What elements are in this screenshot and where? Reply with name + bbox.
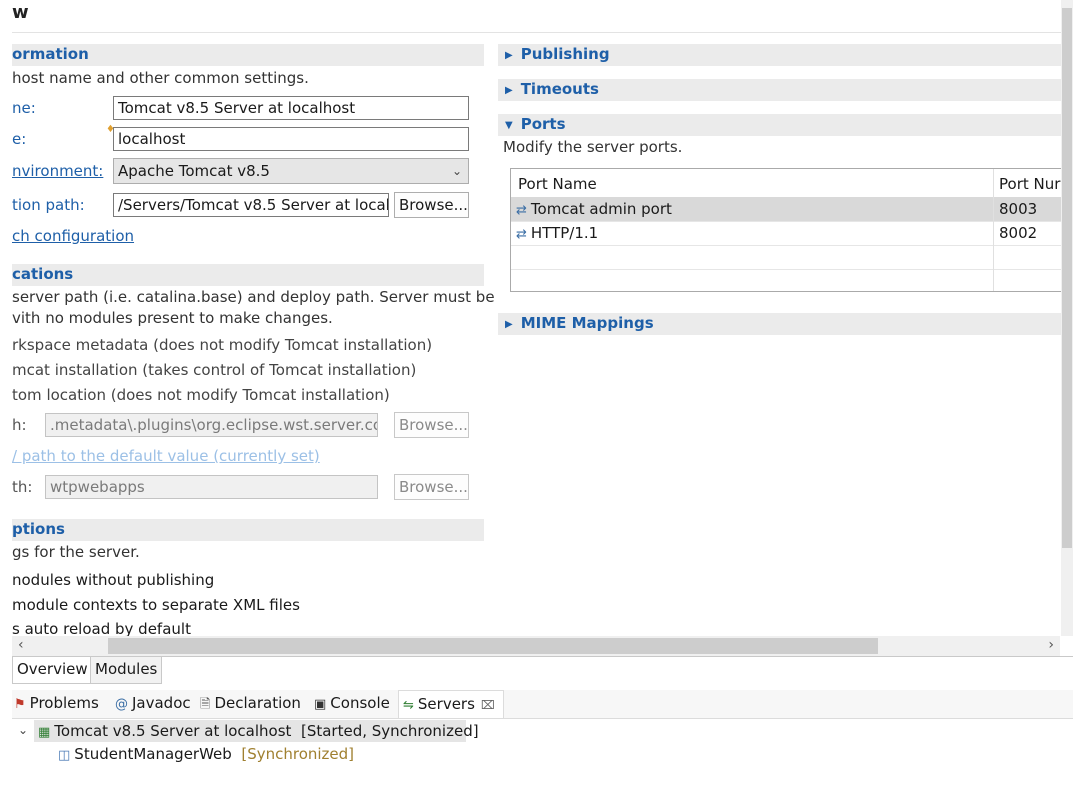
server-node-label: Tomcat v8.5 Server at localhost <box>54 722 292 740</box>
javadoc-icon: @ <box>115 697 128 712</box>
checkbox-serve-modules[interactable]: nodules without publishing <box>12 571 214 589</box>
module-node-status: [Synchronized] <box>241 745 355 763</box>
locations-description-2: vith no modules present to make changes. <box>12 309 333 327</box>
port-icon: ⇄ <box>516 227 527 242</box>
server-path-label: h: <box>12 416 27 434</box>
tab-declaration[interactable]: 🗎 Declaration <box>200 694 301 717</box>
publishing-section[interactable]: ▶ Publishing <box>505 45 610 63</box>
console-icon: ▣ <box>314 697 327 712</box>
locations-section-title[interactable]: cations <box>12 265 73 283</box>
host-name-field[interactable]: localhost <box>113 127 469 151</box>
mime-title: MIME Mappings <box>520 314 654 332</box>
tab-servers[interactable]: ⇋ Servers ⌧ <box>398 690 504 718</box>
launch-configuration-link[interactable]: ch configuration <box>12 227 134 245</box>
chevron-right-icon: ▶ <box>505 50 513 61</box>
radio-workspace-metadata[interactable]: rkspace metadata (does not modify Tomcat… <box>12 336 432 354</box>
tab-console[interactable]: ▣ Console <box>314 694 390 712</box>
close-icon[interactable]: ⌧ <box>481 698 495 712</box>
deploy-path-label: th: <box>12 478 33 496</box>
problems-icon: ⚑ <box>14 697 26 712</box>
set-default-path-link[interactable]: / path to the default value (currently s… <box>12 447 320 465</box>
column-separator <box>993 169 994 291</box>
deploy-path-browse-button[interactable]: Browse... <box>394 474 469 500</box>
mime-section[interactable]: ▶ MIME Mappings <box>505 314 654 332</box>
chevron-down-icon: ▼ <box>505 120 513 131</box>
server-node[interactable]: ▦ Tomcat v8.5 Server at localhost [Starte… <box>38 722 479 740</box>
scroll-right-icon[interactable]: › <box>1048 637 1054 653</box>
general-description: host name and other common settings. <box>12 69 309 87</box>
port-name-cell: ⇄ HTTP/1.1 <box>516 224 599 242</box>
chevron-down-icon: ⌄ <box>451 164 462 178</box>
port-icon: ⇄ <box>516 203 527 218</box>
table-row[interactable]: ⇄ HTTP/1.1 8002 <box>511 221 1072 246</box>
timeouts-title: Timeouts <box>520 80 599 98</box>
editor-title: w <box>12 2 29 23</box>
ports-title: Ports <box>520 115 566 133</box>
column-port-number[interactable]: Port Nur <box>999 175 1060 193</box>
column-port-name[interactable]: Port Name <box>518 175 597 193</box>
port-number-cell[interactable]: 8003 <box>999 200 1037 218</box>
locations-section-bar <box>12 264 484 286</box>
chevron-down-icon[interactable]: ⌄ <box>18 723 28 737</box>
views-tabbar: ⚑ Problems @ Javadoc 🗎 Declaration ▣ Console… <box>12 690 1073 719</box>
timeouts-section[interactable]: ▶ Timeouts <box>505 80 599 98</box>
module-node[interactable]: ◫ StudentManagerWeb [Synchronized] <box>58 745 354 763</box>
options-section-bar <box>12 519 484 541</box>
runtime-environment-link[interactable]: nvironment: <box>12 162 103 180</box>
deploy-path-field[interactable]: wtpwebapps <box>45 475 378 499</box>
table-row-empty <box>511 245 1072 270</box>
server-name-label: ne: <box>12 99 36 117</box>
vertical-scroll-thumb[interactable] <box>1062 8 1072 548</box>
horizontal-scroll-thumb[interactable] <box>108 638 878 654</box>
ports-table-header: Port Name Port Nur <box>511 169 1072 198</box>
table-row[interactable]: ⇄ Tomcat admin port 8003 <box>511 197 1072 222</box>
general-section-title[interactable]: ormation <box>12 45 89 63</box>
config-browse-button[interactable]: Browse... <box>394 192 469 218</box>
server-path-browse-button[interactable]: Browse... <box>394 412 469 438</box>
checkbox-separate-xml[interactable]: module contexts to separate XML files <box>12 596 300 614</box>
editor-tabs: Overview Modules <box>12 656 1073 685</box>
radio-custom-location[interactable]: tom location (does not modify Tomcat ins… <box>12 386 390 404</box>
module-node-label: StudentManagerWeb <box>74 745 232 763</box>
horizontal-scrollbar[interactable]: ‹ › <box>12 636 1060 656</box>
declaration-icon: 🗎 <box>200 697 211 712</box>
servers-icon: ⇋ <box>403 698 414 713</box>
tab-javadoc[interactable]: @ Javadoc <box>115 694 191 712</box>
tab-modules[interactable]: Modules <box>90 657 163 684</box>
config-path-field[interactable]: /Servers/Tomcat v8.5 Server at localh <box>113 193 389 217</box>
tab-problems[interactable]: ⚑ Problems <box>14 694 99 712</box>
port-number-cell[interactable]: 8002 <box>999 224 1037 242</box>
server-started-icon: ▦ <box>38 725 51 740</box>
tab-overview[interactable]: Overview <box>12 657 93 684</box>
host-name-label: e: <box>12 130 27 148</box>
ports-section[interactable]: ▼ Ports <box>505 115 566 133</box>
runtime-environment-value: Apache Tomcat v8.5 <box>118 162 270 180</box>
server-path-field[interactable]: .metadata\.plugins\org.eclipse.wst.serve… <box>45 413 378 437</box>
server-name-field[interactable]: Tomcat v8.5 Server at localhost <box>113 96 469 120</box>
vertical-scrollbar[interactable] <box>1061 0 1073 636</box>
web-module-icon: ◫ <box>58 748 71 763</box>
chevron-right-icon: ▶ <box>505 85 513 96</box>
title-divider <box>12 32 1061 33</box>
ports-description: Modify the server ports. <box>503 138 683 156</box>
chevron-right-icon: ▶ <box>505 319 513 330</box>
ports-section-bar <box>498 114 1061 136</box>
server-node-status: [Started, Synchronized] <box>300 722 479 740</box>
ports-table[interactable]: Port Name Port Nur ⇄ Tomcat admin port 80… <box>510 168 1073 292</box>
options-section-title[interactable]: ptions <box>12 520 65 538</box>
runtime-environment-select[interactable]: Apache Tomcat v8.5 ⌄ <box>113 158 469 184</box>
checkbox-auto-reload[interactable]: s auto reload by default <box>12 620 191 636</box>
config-path-label: tion path: <box>12 196 85 214</box>
port-name-cell: ⇄ Tomcat admin port <box>516 200 672 218</box>
radio-tomcat-installation[interactable]: mcat installation (takes control of Tomc… <box>12 361 416 379</box>
publishing-title: Publishing <box>520 45 610 63</box>
scroll-left-icon[interactable]: ‹ <box>18 637 24 653</box>
options-description: gs for the server. <box>12 543 140 561</box>
locations-description-1: server path (i.e. catalina.base) and dep… <box>12 288 495 306</box>
